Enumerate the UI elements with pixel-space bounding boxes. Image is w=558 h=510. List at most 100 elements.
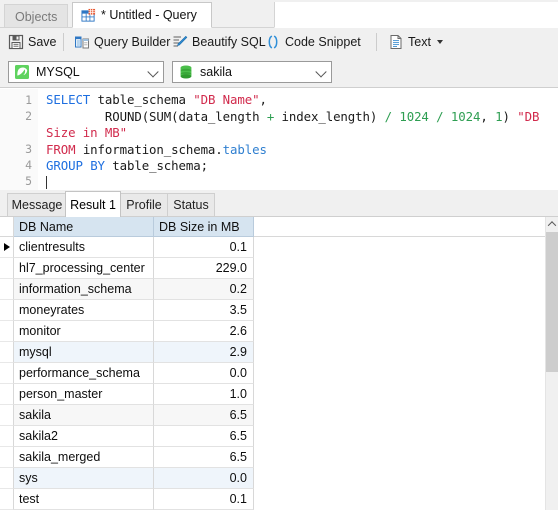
row-filler (254, 426, 545, 447)
row-selector-cell[interactable] (0, 258, 14, 279)
cell-db-size[interactable]: 6.5 (154, 447, 254, 468)
tab-profile-label: Profile (126, 198, 162, 212)
mysql-dolphin-icon (14, 64, 30, 80)
table-row[interactable]: performance_schema 0.0 (0, 363, 545, 384)
query-builder-label: Query Builder (94, 35, 171, 49)
database-cylinder-icon (178, 64, 194, 80)
query-builder-button[interactable]: Query Builder (74, 32, 170, 52)
row-selector-cell[interactable] (0, 300, 14, 321)
cell-db-name[interactable]: monitor (14, 321, 154, 342)
text-mode-button[interactable]: Text (388, 32, 443, 52)
cell-db-name[interactable]: performance_schema (14, 363, 154, 384)
cell-db-size[interactable]: 6.5 (154, 426, 254, 447)
tab-result-1-label: Result 1 (70, 197, 116, 212)
table-row[interactable]: sakila_merged 6.5 (0, 447, 545, 468)
cell-db-size[interactable]: 0.0 (154, 468, 254, 489)
table-row[interactable]: mysql 2.9 (0, 342, 545, 363)
table-row[interactable]: monitor 2.6 (0, 321, 545, 342)
cell-db-name[interactable]: information_schema (14, 279, 154, 300)
row-filler (254, 342, 545, 363)
tab-status[interactable]: Status (167, 193, 215, 216)
row-selector-cell[interactable] (0, 363, 14, 384)
cell-db-size[interactable]: 3.5 (154, 300, 254, 321)
table-row[interactable]: person_master 1.0 (0, 384, 545, 405)
row-selector-cell[interactable] (0, 321, 14, 342)
tab-untitled-query[interactable]: * Untitled - Query (72, 2, 212, 28)
grid-vertical-scrollbar[interactable] (545, 217, 558, 510)
sql-code-text[interactable]: SELECT table_schema "DB Name", ROUND(SUM… (46, 92, 551, 190)
cell-db-name[interactable]: test (14, 489, 154, 510)
table-row[interactable]: hl7_processing_center 229.0 (0, 258, 545, 279)
cell-db-size[interactable]: 2.6 (154, 321, 254, 342)
column-header-db-size[interactable]: DB Size in MB (154, 217, 254, 237)
row-filler (254, 237, 545, 258)
row-selector-cell[interactable] (0, 489, 14, 510)
toolbar-separator-1 (63, 33, 64, 51)
cell-db-size[interactable]: 6.5 (154, 405, 254, 426)
tab-objects-label: Objects (15, 9, 58, 24)
cell-db-name[interactable]: person_master (14, 384, 154, 405)
code-snippet-button[interactable]: Code Snippet (265, 32, 361, 52)
cell-db-size[interactable]: 0.0 (154, 363, 254, 384)
line-number: 2 (25, 109, 32, 123)
cell-db-size[interactable]: 0.2 (154, 279, 254, 300)
database-select[interactable]: sakila (172, 61, 332, 83)
connection-select[interactable]: MYSQL (8, 61, 164, 83)
table-row[interactable]: test 0.1 (0, 489, 545, 510)
cell-db-name[interactable]: moneyrates (14, 300, 154, 321)
table-row[interactable]: clientresults 0.1 (0, 237, 545, 258)
chevron-down-icon[interactable] (436, 40, 443, 44)
cell-db-name[interactable]: sakila_merged (14, 447, 154, 468)
column-header-db-name[interactable]: DB Name (14, 217, 154, 237)
tab-objects[interactable]: Objects (4, 4, 69, 28)
row-selector-cell[interactable] (0, 426, 14, 447)
current-row-arrow-icon (3, 243, 10, 251)
scrollbar-thumb[interactable] (546, 232, 558, 372)
cell-db-name[interactable]: sakila2 (14, 426, 154, 447)
row-filler (254, 489, 545, 510)
beautify-pencil-icon (172, 34, 188, 50)
cell-db-name[interactable]: mysql (14, 342, 154, 363)
chevron-down-icon[interactable] (149, 70, 156, 75)
line-number: 1 (25, 93, 32, 107)
row-selector-cell[interactable] (0, 405, 14, 426)
scroll-up-arrow-icon[interactable] (546, 217, 558, 231)
save-button[interactable]: Save (8, 32, 57, 52)
table-row[interactable]: sakila2 6.5 (0, 426, 545, 447)
row-selector-cell[interactable] (0, 468, 14, 489)
sql-editor[interactable]: 1 2 3 4 5 SELECT table_schema "DB Name",… (0, 89, 558, 190)
chevron-down-icon[interactable] (317, 70, 324, 75)
grid-header-row: DB Name DB Size in MB (0, 217, 545, 237)
cell-db-name[interactable]: sakila (14, 405, 154, 426)
cell-db-size[interactable]: 1.0 (154, 384, 254, 405)
table-row[interactable]: sys 0.0 (0, 468, 545, 489)
tab-message[interactable]: Message (7, 193, 67, 216)
cell-db-size[interactable]: 0.1 (154, 489, 254, 510)
toolbar-separator-2 (376, 33, 377, 51)
grid-corner-cell[interactable] (0, 217, 14, 237)
table-row[interactable]: sakila 6.5 (0, 405, 545, 426)
cell-db-size[interactable]: 0.1 (154, 237, 254, 258)
cell-db-name[interactable]: clientresults (14, 237, 154, 258)
row-selector-cell[interactable] (0, 447, 14, 468)
table-row[interactable]: information_schema 0.2 (0, 279, 545, 300)
cell-db-size[interactable]: 2.9 (154, 342, 254, 363)
cell-db-name[interactable]: sys (14, 468, 154, 489)
table-row[interactable]: moneyrates 3.5 (0, 300, 545, 321)
row-selector-cell[interactable] (0, 279, 14, 300)
save-button-label: Save (28, 35, 57, 49)
cell-db-name[interactable]: hl7_processing_center (14, 258, 154, 279)
query-builder-icon (74, 34, 90, 50)
row-filler (254, 468, 545, 489)
code-snippet-label: Code Snippet (285, 35, 361, 49)
line-number: 4 (25, 158, 32, 172)
result-grid[interactable]: DB Name DB Size in MB clientresults 0.1 hl… (0, 217, 558, 510)
row-selector-cell[interactable] (0, 237, 14, 258)
connection-value: MYSQL (36, 65, 80, 79)
row-selector-cell[interactable] (0, 384, 14, 405)
tab-result-1[interactable]: Result 1 (65, 191, 121, 217)
beautify-sql-button[interactable]: Beautify SQL (172, 32, 266, 52)
row-selector-cell[interactable] (0, 342, 14, 363)
tab-profile[interactable]: Profile (120, 193, 168, 216)
cell-db-size[interactable]: 229.0 (154, 258, 254, 279)
